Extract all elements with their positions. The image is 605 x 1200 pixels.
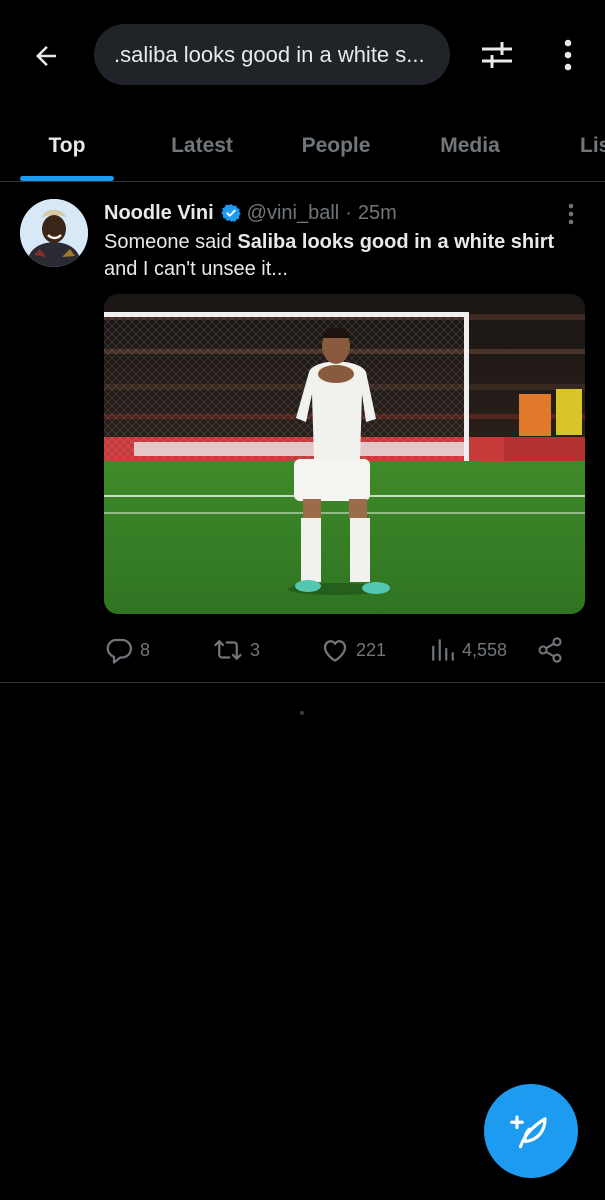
tab-people[interactable]: People: [286, 110, 386, 182]
tab-top[interactable]: Top: [20, 110, 114, 182]
avatar[interactable]: [20, 199, 88, 267]
search-tabs: Top Latest People Media Lis: [0, 110, 605, 182]
reply-button[interactable]: 8: [104, 630, 150, 670]
tab-latest[interactable]: Latest: [152, 110, 252, 182]
vertical-dots-icon: [568, 203, 574, 225]
avatar-image: [20, 199, 88, 267]
tab-lists[interactable]: Lis: [566, 110, 605, 182]
like-button[interactable]: 221: [320, 630, 386, 670]
active-tab-indicator: [20, 176, 114, 181]
search-filter-button[interactable]: [474, 34, 520, 76]
tweet-timestamp[interactable]: 25m: [358, 202, 397, 225]
share-icon: [538, 637, 562, 663]
retweet-count: 3: [250, 639, 261, 660]
tweet-header: Noodle Vini @vini_ball · 25m: [104, 198, 397, 228]
meta-separator: ·: [345, 201, 352, 224]
search-query-text: .saliba looks good in a white s...: [114, 41, 425, 67]
tweet-media-image[interactable]: [104, 294, 585, 614]
more-options-button[interactable]: [548, 34, 588, 76]
views-chart-icon: [432, 639, 454, 661]
tweet-text-suffix: and I can't unsee it...: [104, 258, 288, 280]
compose-tweet-button[interactable]: [484, 1084, 578, 1178]
arrow-left-icon: [36, 46, 56, 66]
search-input[interactable]: .saliba looks good in a white s...: [94, 24, 450, 85]
tweet-text-prefix: Someone said: [104, 231, 238, 253]
share-button[interactable]: [536, 630, 564, 670]
vertical-dots-icon: [564, 39, 572, 71]
author-name[interactable]: Noodle Vini: [104, 202, 214, 225]
verified-badge-icon: [220, 203, 241, 223]
like-count: 221: [356, 639, 387, 660]
tweet-actions: 8 3 221 4,558: [104, 630, 584, 670]
loading-indicator: [300, 711, 304, 715]
sliders-icon: [482, 42, 512, 68]
back-button[interactable]: [22, 32, 70, 80]
reply-count: 8: [140, 639, 151, 660]
author-handle[interactable]: @vini_ball: [247, 202, 340, 225]
reply-icon: [106, 638, 132, 664]
tweet-text-highlight: Saliba looks good in a white shirt: [237, 231, 555, 253]
heart-icon: [323, 640, 347, 662]
compose-feather-icon: [510, 1115, 547, 1149]
retweet-button[interactable]: 3: [212, 630, 260, 670]
football-player-photo: [104, 294, 585, 614]
tweet-more-button[interactable]: [558, 201, 584, 227]
retweet-icon: [214, 640, 242, 660]
view-count: 4,558: [462, 639, 508, 660]
views-button[interactable]: 4,558: [430, 630, 507, 670]
tweet-text: Someone said Saliba looks good in a whit…: [104, 229, 584, 283]
tweet[interactable]: Noodle Vini @vini_ball · 25m Someone sai…: [0, 183, 605, 683]
tab-media[interactable]: Media: [422, 110, 518, 182]
search-header: .saliba looks good in a white s...: [0, 0, 605, 110]
